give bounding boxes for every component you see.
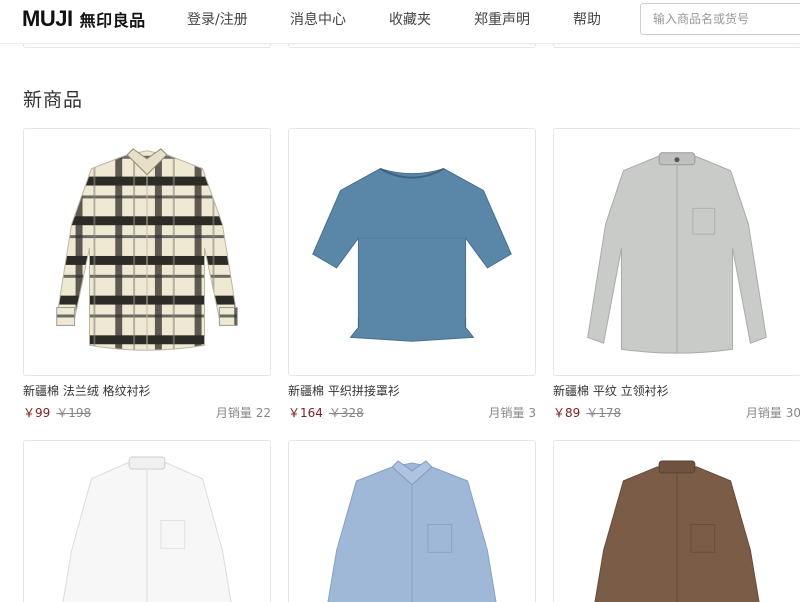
- product-image-brown-shirt[interactable]: [553, 440, 800, 602]
- product-card[interactable]: 新疆棉 平纹 立领衬衫 ￥89 ￥178 月销量 30: [553, 128, 800, 420]
- original-price: ￥328: [328, 406, 364, 420]
- nav-login-register[interactable]: 登录/注册: [187, 9, 248, 29]
- product-image-blue-blouse[interactable]: [288, 128, 536, 376]
- product-card[interactable]: [553, 440, 800, 602]
- nav-disclaimer[interactable]: 郑重声明: [474, 9, 530, 29]
- original-price: ￥198: [56, 406, 92, 420]
- nav-help[interactable]: 帮助: [573, 9, 601, 29]
- price-row: ￥164 ￥328 月销量 3: [288, 404, 536, 421]
- current-price: ￥164: [288, 406, 323, 420]
- nav-message-center[interactable]: 消息中心: [290, 9, 346, 29]
- product-image-white-shirt[interactable]: [23, 440, 271, 602]
- product-image-plaid-shirt[interactable]: [23, 128, 271, 376]
- monthly-sales: 月销量 22: [215, 406, 271, 420]
- product-card[interactable]: [288, 440, 536, 602]
- product-name[interactable]: 新疆棉 法兰绒 格纹衬衫: [23, 382, 151, 399]
- section-title: 新商品: [23, 89, 84, 111]
- product-name[interactable]: 新疆棉 平纹 立领衬衫: [553, 382, 669, 399]
- product-card[interactable]: [23, 440, 271, 602]
- product-name[interactable]: 新疆棉 平织拼接罩衫: [288, 382, 400, 399]
- muji-logo[interactable]: MUJI 無印良品: [22, 6, 146, 31]
- monthly-sales: 月销量 30: [745, 406, 800, 420]
- product-card[interactable]: 新疆棉 平织拼接罩衫 ￥164 ￥328 月销量 3: [288, 128, 536, 420]
- price-row: ￥89 ￥178 月销量 30: [553, 404, 800, 421]
- logo-english: MUJI: [22, 6, 73, 31]
- logo-chinese: 無印良品: [79, 11, 146, 30]
- nav-favorites[interactable]: 收藏夹: [389, 9, 431, 29]
- search-input[interactable]: [640, 3, 800, 35]
- current-price: ￥99: [23, 406, 51, 420]
- product-image-grey-shirt[interactable]: [553, 128, 800, 376]
- top-header: MUJI 無印良品 登录/注册 消息中心 收藏夹 郑重声明 帮助: [0, 0, 800, 44]
- product-image-light-blue-shirt[interactable]: [288, 440, 536, 602]
- current-price: ￥89: [553, 406, 581, 420]
- original-price: ￥178: [586, 406, 622, 420]
- monthly-sales: 月销量 3: [488, 406, 536, 420]
- price-row: ￥99 ￥198 月销量 22: [23, 404, 271, 421]
- product-card[interactable]: 新疆棉 法兰绒 格纹衬衫 ￥99 ￥198 月销量 22: [23, 128, 271, 420]
